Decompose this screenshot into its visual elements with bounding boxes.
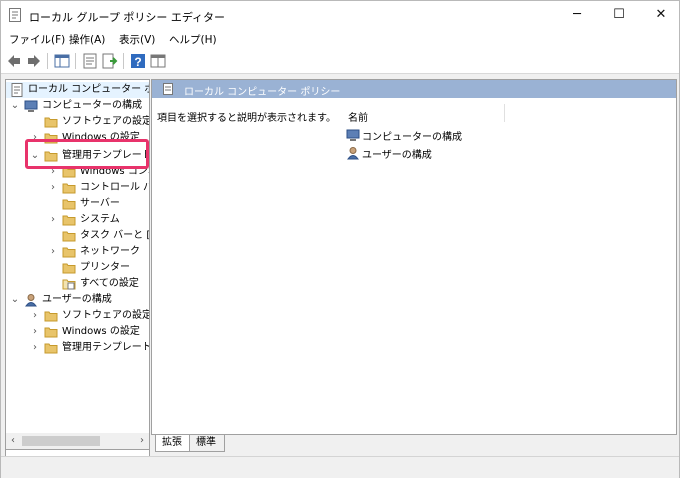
- toolbar: ?: [1, 49, 679, 74]
- tree-item-label: ソフトウェアの設定: [62, 310, 150, 321]
- window-title: ローカル グループ ポリシー エディター: [29, 11, 226, 24]
- folder-icon: [44, 343, 58, 354]
- chevron-right-icon[interactable]: ›: [48, 212, 58, 228]
- gpedit-window: ローカル グループ ポリシー エディター ─ ☐ ✕ ファイル(F) 操作(A)…: [0, 0, 680, 478]
- menu-bar: ファイル(F) 操作(A) 表示(V) ヘルプ(H): [1, 29, 679, 49]
- tree-item-taskbar-start[interactable]: タスク バーと [スタート] メニュー: [6, 228, 150, 244]
- column-divider[interactable]: [504, 104, 505, 122]
- menu-action[interactable]: 操作(A): [69, 32, 105, 47]
- policy-document-icon: [11, 83, 23, 97]
- chevron-down-icon[interactable]: ⌄: [10, 98, 20, 114]
- status-bar: [1, 456, 679, 478]
- description-text: 項目を選択すると説明が表示されます。: [157, 113, 336, 124]
- computer-icon: [346, 129, 360, 141]
- folder-icon: [62, 183, 76, 194]
- chevron-right-icon[interactable]: ›: [48, 244, 58, 260]
- tree-item-label: コンピューターの構成: [42, 100, 142, 111]
- folder-icon: [62, 215, 76, 226]
- scroll-left-icon[interactable]: ‹: [6, 433, 20, 449]
- tree-item-server[interactable]: サーバー: [6, 196, 149, 212]
- user-icon: [25, 294, 37, 307]
- tree-item-all-settings[interactable]: すべての設定: [6, 276, 149, 292]
- folder-icon: [62, 199, 76, 210]
- svg-text:?: ?: [134, 55, 141, 69]
- details-header-title: ローカル コンピューター ポリシー: [184, 87, 341, 98]
- tree-item-printers[interactable]: プリンター: [6, 260, 149, 276]
- folder-icon: [44, 117, 58, 128]
- tree-item-label: 管理用テンプレート: [62, 342, 150, 353]
- policy-document-icon: [163, 83, 173, 95]
- highlight-annotation-box: [25, 139, 149, 169]
- tree-item-label: Windows の設定: [62, 326, 140, 337]
- export-list-icon[interactable]: [101, 52, 119, 70]
- toolbar-separator: [47, 53, 48, 69]
- tree-item-computer-config[interactable]: ⌄ コンピューターの構成: [6, 98, 149, 114]
- tree-item-network[interactable]: › ネットワーク: [6, 244, 149, 260]
- tree-item-label: ローカル コンピューター ポリシー: [28, 84, 149, 95]
- tree-item-local-computer-policy[interactable]: ローカル コンピューター ポリシー: [6, 82, 149, 98]
- menu-help[interactable]: ヘルプ(H): [169, 32, 217, 47]
- tree-item-control-panel[interactable]: › コントロール パネル: [6, 180, 149, 196]
- details-pane: ローカル コンピューター ポリシー 項目を選択すると説明が表示されます。 名前 …: [151, 79, 677, 435]
- tree-item-label: システム: [80, 214, 120, 225]
- tree-item-label: プリンター: [80, 262, 130, 273]
- chevron-right-icon[interactable]: ›: [30, 340, 40, 356]
- properties-icon[interactable]: [81, 52, 99, 70]
- close-button[interactable]: ✕: [641, 1, 680, 29]
- menu-view[interactable]: 表示(V): [119, 32, 155, 47]
- folder-icon: [44, 327, 58, 338]
- chevron-down-icon[interactable]: ⌄: [10, 292, 20, 308]
- list-item-label: コンピューターの構成: [362, 132, 462, 143]
- tree-item-user-admin-templates[interactable]: › 管理用テンプレート: [6, 340, 150, 356]
- computer-icon: [24, 100, 38, 112]
- help-icon[interactable]: ?: [129, 52, 147, 70]
- forward-icon[interactable]: [25, 52, 43, 70]
- tree-item-label: ネットワーク: [80, 246, 140, 257]
- details-header: ローカル コンピューター ポリシー: [152, 80, 676, 98]
- filter-view-icon[interactable]: [149, 52, 167, 70]
- list-item-label: ユーザーの構成: [362, 150, 432, 161]
- tree-item-label: タスク バーと [スタート] メニュー: [80, 230, 150, 241]
- chevron-right-icon[interactable]: ›: [48, 180, 58, 196]
- chevron-right-icon[interactable]: ›: [30, 308, 40, 324]
- folder-icon: [44, 311, 58, 322]
- gpedit-app-icon: [9, 8, 21, 22]
- tree-pane[interactable]: ローカル コンピューター ポリシー ⌄ コンピューターの構成 ソフトウェアの設定…: [5, 79, 150, 457]
- tree-item-user-config[interactable]: ⌄ ユーザーの構成: [6, 292, 149, 308]
- tree-item-label: コントロール パネル: [80, 182, 149, 193]
- folder-icon: [62, 247, 76, 258]
- maximize-button[interactable]: ☐: [599, 1, 639, 29]
- title-bar: ローカル グループ ポリシー エディター ─ ☐ ✕: [1, 1, 679, 29]
- user-icon: [347, 147, 359, 160]
- scroll-right-icon[interactable]: ›: [135, 433, 149, 449]
- toolbar-separator: [123, 53, 124, 69]
- menu-file[interactable]: ファイル(F): [9, 32, 65, 47]
- folder-icon: [62, 231, 76, 242]
- all-settings-icon: [62, 279, 76, 290]
- chevron-right-icon[interactable]: ›: [30, 324, 40, 340]
- tree-item-system[interactable]: › システム: [6, 212, 149, 228]
- toolbar-separator: [75, 53, 76, 69]
- tree-item-user-windows[interactable]: › Windows の設定: [6, 324, 149, 340]
- scrollbar-thumb[interactable]: [22, 436, 100, 446]
- tree-item-label: ソフトウェアの設定: [62, 116, 150, 127]
- minimize-button[interactable]: ─: [557, 1, 597, 29]
- tree-item-label: ユーザーの構成: [42, 294, 112, 305]
- tab-standard[interactable]: 標準: [189, 435, 225, 452]
- tree-item-label: サーバー: [80, 198, 120, 209]
- tree-item-user-software[interactable]: › ソフトウェアの設定: [6, 308, 150, 324]
- show-hide-tree-icon[interactable]: [53, 52, 71, 70]
- tree-horizontal-scrollbar[interactable]: ‹ ›: [5, 433, 150, 450]
- back-icon[interactable]: [5, 52, 23, 70]
- tab-extended[interactable]: 拡張: [155, 435, 191, 452]
- tree-item-computer-software[interactable]: ソフトウェアの設定: [6, 114, 150, 130]
- column-header-name[interactable]: 名前: [348, 109, 368, 124]
- tree-item-label: すべての設定: [80, 278, 139, 289]
- folder-icon: [62, 263, 76, 274]
